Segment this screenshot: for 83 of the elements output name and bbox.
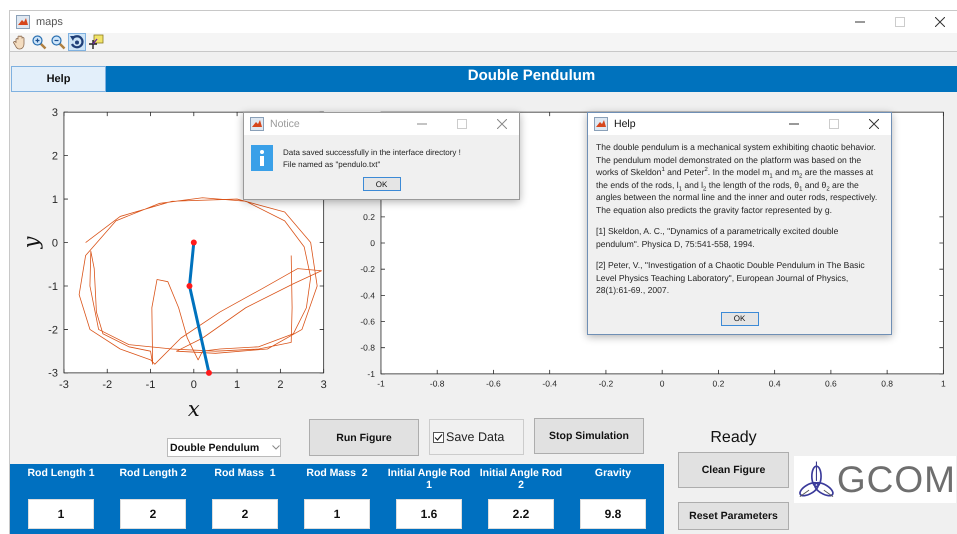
logo-text: GCOM bbox=[836, 458, 956, 500]
tick-label: 0.6 bbox=[824, 378, 836, 388]
close-icon[interactable] bbox=[935, 17, 945, 27]
tick-label: -0.6 bbox=[360, 316, 375, 326]
stop-simulation-button[interactable]: Stop Simulation bbox=[534, 418, 644, 454]
app-icon bbox=[250, 117, 264, 131]
pendulum-mass bbox=[206, 370, 212, 376]
help-paragraph: The double pendulum is a mechanical system exhibiting chaotic behavior. The pendulum model demonstrated on the platform was based on the works of Skeldon$^{1}$ and Peter$^{2}$. In the model m$_{1}$ and m$_{2}$ are the masses at the ends of the rods, l$_{1}$ and l$_{2}$ the length of the rods, θ$_{1}$ and θ$_{2}$ are the angles between the normal line and the inner and outer rods, respectively. The equation also predicts the gravity factor represented by g. bbox=[596, 141, 878, 216]
model-dropdown[interactable]: Double Pendulum bbox=[167, 438, 281, 457]
pendulum-mass bbox=[186, 282, 192, 289]
caret-icon bbox=[272, 445, 280, 450]
tick-label: 0.4 bbox=[768, 378, 780, 388]
reset-parameters-button[interactable]: Reset Parameters bbox=[678, 502, 789, 530]
tick-label: -2 bbox=[102, 378, 112, 391]
tick-label: -1 bbox=[146, 378, 156, 391]
tick-label: 0 bbox=[370, 238, 375, 248]
tick-label: 1 bbox=[52, 194, 58, 206]
rotate-icon[interactable] bbox=[68, 33, 86, 51]
tick-label: -1 bbox=[376, 378, 384, 388]
tick-label: 3 bbox=[320, 378, 327, 391]
window-title: maps bbox=[36, 16, 63, 28]
tick-label: -0.8 bbox=[360, 342, 375, 353]
tick-label: -3 bbox=[48, 368, 58, 380]
checkbox[interactable] bbox=[433, 432, 444, 442]
tick-label: 0 bbox=[659, 378, 664, 388]
tick-label: -0.2 bbox=[598, 378, 613, 388]
message-text: File named as "pendulo.txt" bbox=[283, 160, 382, 169]
tick-label: -0.6 bbox=[486, 378, 500, 388]
parameter-label: Rod Length 2 bbox=[118, 467, 188, 481]
parameter-label: Rod Length 1 bbox=[26, 467, 96, 481]
help-paragraph: [1] Skeldon, A. C., "Dynamics of a parametrically excited double pendulum". Physica D, 75:541-558, 1994. bbox=[596, 225, 840, 250]
dialog-title: Notice bbox=[270, 118, 300, 130]
parameter-field[interactable]: 1 bbox=[304, 499, 370, 529]
tick-label: -1 bbox=[48, 280, 58, 293]
tick-label: 0.8 bbox=[880, 378, 893, 388]
tick-label: -3 bbox=[59, 378, 69, 391]
ok-button[interactable]: OK bbox=[362, 177, 400, 191]
app-icon bbox=[594, 117, 608, 131]
tick-label: -0.4 bbox=[360, 290, 375, 300]
axis-label: x bbox=[188, 396, 200, 421]
tick-label: 2 bbox=[52, 150, 58, 162]
tick-label: 2 bbox=[277, 378, 284, 391]
tick-label: -0.8 bbox=[430, 378, 444, 388]
tick-label: -0.2 bbox=[360, 264, 375, 274]
tick-label: 0 bbox=[190, 378, 197, 391]
tick-label: -1 bbox=[367, 368, 375, 379]
help-button[interactable]: Help bbox=[11, 66, 106, 92]
parameter-field[interactable]: 2 bbox=[212, 499, 278, 529]
parameter-field[interactable]: 1 bbox=[28, 499, 94, 529]
app-icon bbox=[16, 15, 30, 29]
parameter-label: Rod Mass 2 bbox=[305, 467, 369, 481]
status-text: Ready bbox=[710, 429, 757, 447]
parameter-label: Initial Angle Rod 2 bbox=[479, 467, 563, 493]
close-icon[interactable] bbox=[869, 119, 879, 129]
parameter-label: Gravity bbox=[594, 467, 632, 481]
data-cursor-icon[interactable] bbox=[87, 33, 105, 51]
tick-label: -0.4 bbox=[542, 378, 557, 388]
zoom-out-icon[interactable] bbox=[49, 33, 67, 51]
parameter-field[interactable]: 1.6 bbox=[396, 499, 462, 529]
parameter-field[interactable]: 2 bbox=[120, 499, 186, 529]
dialog-title: Help bbox=[614, 118, 636, 130]
tick-label: 1 bbox=[940, 378, 946, 388]
pendulum-mass bbox=[190, 240, 197, 246]
ok-button[interactable]: OK bbox=[720, 312, 758, 326]
tick-label: 0.2 bbox=[362, 212, 375, 222]
tick-label: 3 bbox=[52, 107, 58, 119]
zoom-in-icon[interactable] bbox=[30, 33, 48, 51]
header-title: Double Pendulum bbox=[106, 66, 957, 92]
axis-label: y bbox=[18, 236, 43, 248]
message-text: Data saved successfully in the interface directory ! bbox=[283, 148, 461, 157]
tick-label: 0.2 bbox=[712, 378, 724, 388]
tick-label: 0 bbox=[52, 237, 58, 250]
info-icon bbox=[251, 145, 273, 171]
parameter-field[interactable]: 2.2 bbox=[488, 499, 554, 529]
parameter-field[interactable]: 9.8 bbox=[580, 499, 646, 529]
help-paragraph: [2] Peter, V., "Investigation of a Chaotic Double Pendulum in The Basic Level Physics Teaching Laboratory", European Journal of Physics, 28(1):61-69., 2007. bbox=[596, 259, 866, 296]
tick-label: 1 bbox=[234, 378, 240, 391]
parameter-label: Initial Angle Rod 1 bbox=[387, 467, 471, 493]
checkbox-label: Save Data bbox=[446, 430, 504, 444]
tick-label: -2 bbox=[48, 324, 58, 336]
run-figure-button[interactable]: Run Figure bbox=[309, 419, 419, 456]
parameter-label: Rod Mass 1 bbox=[213, 467, 277, 481]
clean-figure-button[interactable]: Clean Figure bbox=[678, 452, 789, 488]
